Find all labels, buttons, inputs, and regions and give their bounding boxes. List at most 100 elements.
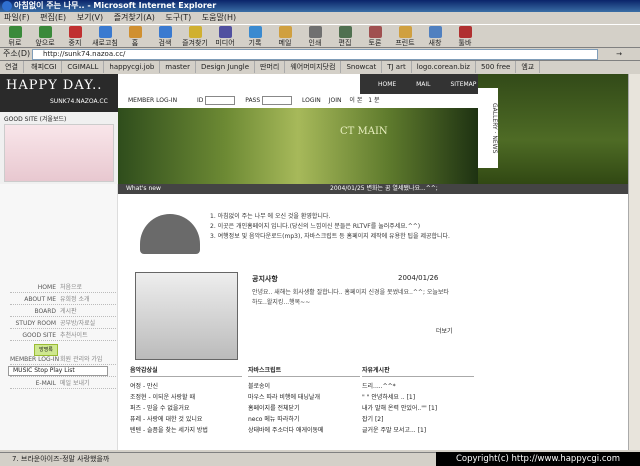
good-site-title: GOOD SITE (겨울보드) xyxy=(4,116,67,123)
column-list-item[interactable]: 홈페이지를 전체닫기 xyxy=(248,403,360,414)
new-window-icon xyxy=(428,26,442,38)
music-player[interactable]: MUSIC Stop Play List xyxy=(8,366,108,376)
link-item[interactable]: 해피CGI xyxy=(26,61,63,73)
toolbar-button[interactable]: 메일 xyxy=(270,25,300,47)
forest-banner xyxy=(118,108,478,184)
toolbar-button-label: 즐겨찾기 xyxy=(182,39,208,47)
link-item[interactable]: happycgi.job xyxy=(104,61,161,73)
side-menu-item[interactable]: BOARD 게시판 xyxy=(10,306,116,317)
link-item[interactable]: 딴머리 xyxy=(255,61,286,73)
copyright-watermark: Copyright(c) http://www.happycgi.com xyxy=(436,452,640,466)
column-list-item[interactable]: 퍼즈 - 믿을 수 없을거요 xyxy=(130,403,242,414)
welcome-line: 1. 아침없이 주는 나무 에 오신 것을 환영합니다. xyxy=(210,213,331,220)
toolbar-button[interactable]: 뒤로 xyxy=(0,25,30,47)
login-option-2[interactable]: 1 분 xyxy=(368,97,379,104)
login-option-1[interactable]: 이 본 xyxy=(349,97,362,104)
toolbar-button[interactable]: 검색 xyxy=(150,25,180,47)
id-input[interactable] xyxy=(205,96,236,105)
toolbar-button[interactable]: 편집 xyxy=(330,25,360,47)
menu-favorites[interactable]: 즐겨찾기(A) xyxy=(110,12,159,24)
side-menu-en: E-MAIL xyxy=(35,380,56,387)
menu-file[interactable]: 파일(F) xyxy=(0,12,34,24)
column-list-item[interactable]: 드리.....^^* xyxy=(362,381,474,392)
login-label: MEMBER LOG-IN xyxy=(128,97,178,104)
toolbar-button[interactable]: 미디어 xyxy=(210,25,240,47)
menu-view[interactable]: 보기(V) xyxy=(73,12,107,24)
toolbar-button[interactable]: 새창 xyxy=(420,25,450,47)
notice-more-link[interactable]: 더보기 xyxy=(436,326,453,335)
good-site-thumbnail[interactable] xyxy=(4,124,114,182)
column-list-item[interactable]: 잡기 [2] xyxy=(362,414,474,425)
address-input[interactable]: http://sunk74.nazoa.cc/ xyxy=(32,49,598,60)
toolbar-button-label: 툴바 xyxy=(458,39,472,47)
guestbook-button[interactable]: 방명록 xyxy=(34,344,58,356)
side-menu-en: HOME xyxy=(37,284,56,291)
column-list-item[interactable]: 조정현 - 이되운 사랑할 때 xyxy=(130,392,242,403)
menu-help[interactable]: 도움말(H) xyxy=(198,12,240,24)
toolbar-button[interactable]: 즐겨찾기 xyxy=(180,25,210,47)
site-logo[interactable]: HAPPY DAY.. SUNK74.NAZOA.CC xyxy=(0,74,118,112)
nav-sitemap[interactable]: SITEMAP xyxy=(450,81,476,88)
column-list-item[interactable]: 상태바에 주소더다 애게이동메 xyxy=(248,425,360,436)
side-menu-item[interactable]: E-MAIL 메일 보내기 xyxy=(10,378,116,389)
login-button[interactable]: LOGIN xyxy=(302,97,321,104)
side-menu-item[interactable]: HOME 처음으로 xyxy=(10,282,116,293)
column-list-item[interactable]: neco 메뉴 따라하기 xyxy=(248,414,360,425)
home-icon xyxy=(128,26,142,38)
go-button[interactable]: → xyxy=(602,49,636,60)
favorites-icon xyxy=(188,26,202,38)
toolbar-button[interactable]: 홈 xyxy=(120,25,150,47)
toolbar-button[interactable]: 앞으로 xyxy=(30,25,60,47)
side-menu-item[interactable]: STUDY ROOM 공부방/자료실 xyxy=(10,318,116,329)
decor-arch xyxy=(140,214,200,254)
column-list-item[interactable]: 마우스 따라 비행에 태닝날개 xyxy=(248,392,360,403)
link-item[interactable]: master xyxy=(160,61,196,73)
refresh-icon xyxy=(98,26,112,38)
toolbar-button[interactable]: 인쇄 xyxy=(300,25,330,47)
column-list-item[interactable]: 퓨레 - 사랑에 대한 것 있니요 xyxy=(130,414,242,425)
column-title: 음악감상실 xyxy=(130,366,242,377)
side-menu-item[interactable]: ABOUT ME 유희정 소개 xyxy=(10,294,116,305)
side-menu-item[interactable]: MEMBER LOG-IN회원 관리와 가입 xyxy=(10,354,116,365)
link-item[interactable]: logo.corean.biz xyxy=(412,61,476,73)
toolbar-button[interactable]: 기록 xyxy=(240,25,270,47)
side-menu-kr: 메일 보내기 xyxy=(60,380,90,387)
link-item[interactable]: CGIMALL xyxy=(62,61,105,73)
toolbar-button[interactable]: 프린트 xyxy=(390,25,420,47)
menu-edit[interactable]: 편집(E) xyxy=(36,12,70,24)
menu-tools[interactable]: 도구(T) xyxy=(161,12,195,24)
notice-date: 2004/01/26 xyxy=(398,274,439,282)
link-item[interactable]: 엠교 xyxy=(516,61,541,73)
link-item[interactable]: Design Jungle xyxy=(196,61,256,73)
column-list-item[interactable]: 여정 - 만신 xyxy=(130,381,242,392)
print-icon xyxy=(308,26,322,38)
nav-mail[interactable]: MAIL xyxy=(416,81,430,88)
column-title: 자유게시판 xyxy=(362,366,474,377)
nav-home[interactable]: HOME xyxy=(378,81,396,88)
vertical-scrollbar[interactable] xyxy=(628,74,640,450)
freeboard-column: 자유게시판드리.....^^* " " 안녕하세요 .. [1] 내가 말해 온력 … xyxy=(362,366,474,436)
pass-input[interactable] xyxy=(262,96,293,105)
toolbar-button-label: 기록 xyxy=(248,39,262,47)
notice-title: 공지사항 xyxy=(252,275,278,283)
media-icon xyxy=(218,26,232,38)
link-item[interactable]: Snowcat xyxy=(341,61,383,73)
pass-label: PASS xyxy=(245,97,261,104)
ie-logo-icon xyxy=(2,1,12,11)
column-list-item[interactable]: " " 안녕하세요 .. [1] xyxy=(362,392,474,403)
column-list-item[interactable]: 글거운 주말 모서고... [1] xyxy=(362,425,474,436)
column-list-item[interactable]: 텐텐 - 슬픔을 찾는 세가지 방법 xyxy=(130,425,242,436)
toolbar-button[interactable]: 새로고침 xyxy=(90,25,120,47)
link-item[interactable]: 500 free xyxy=(476,61,517,73)
side-menu-item[interactable]: GOOD SITE 추천사이트 xyxy=(10,330,116,341)
link-item[interactable]: 웨어머미지닷컴 xyxy=(285,61,342,73)
stop-icon xyxy=(68,26,82,38)
link-item[interactable]: TJ art xyxy=(382,61,412,73)
toolbar-button[interactable]: 툴바 xyxy=(450,25,480,47)
column-list-item[interactable]: 내가 말해 온력 안있어.."" [1] xyxy=(362,403,474,414)
column-list-item[interactable]: 블로송이 xyxy=(248,381,360,392)
join-button[interactable]: JOIN xyxy=(329,97,342,104)
whats-new-latest[interactable]: 2004/01/25 변화는 꿈 열세됐나요...^^; xyxy=(330,184,438,194)
toolbar-button[interactable]: 중지 xyxy=(60,25,90,47)
toolbar-button[interactable]: 토론 xyxy=(360,25,390,47)
